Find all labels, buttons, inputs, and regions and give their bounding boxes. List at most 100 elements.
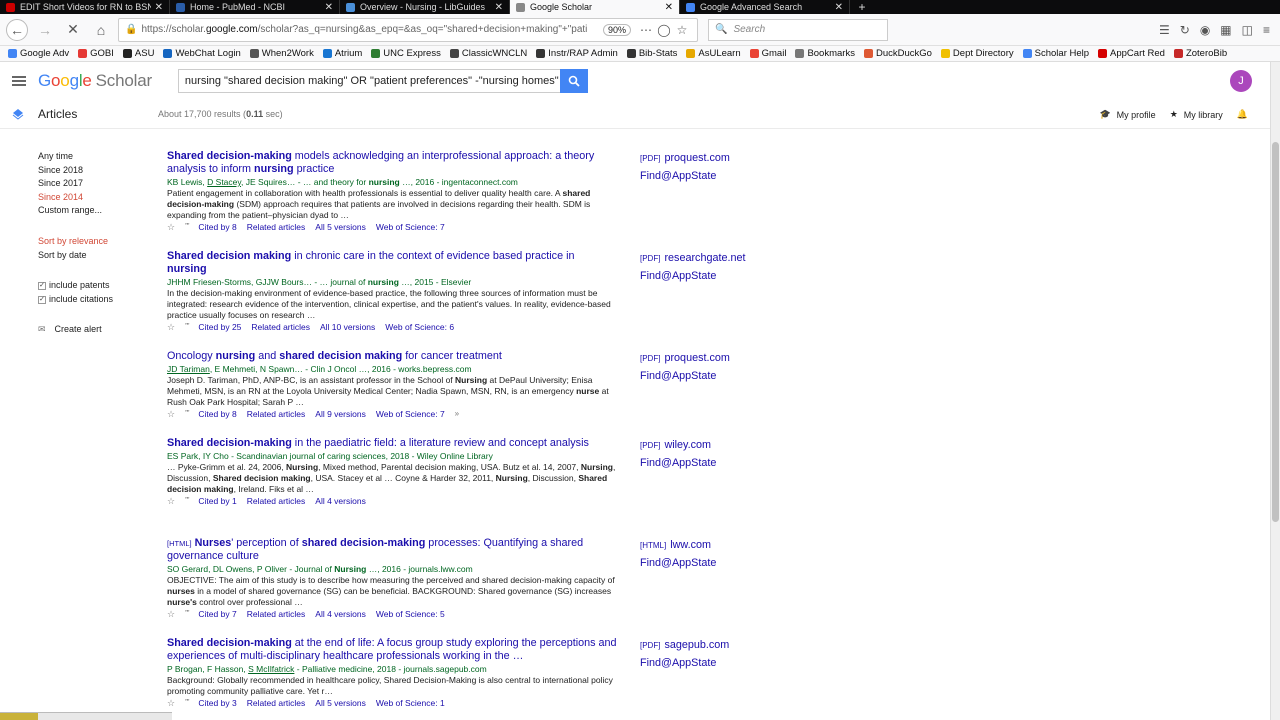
forward-button[interactable]: → <box>34 19 56 41</box>
filter-since-2017[interactable]: Since 2017 <box>38 177 148 191</box>
save-star-icon[interactable]: ☆ <box>167 408 175 420</box>
all-versions-link[interactable]: All 4 versions <box>315 608 366 620</box>
home-button[interactable]: ⌂ <box>90 19 112 41</box>
filter-since-2018[interactable]: Since 2018 <box>38 164 148 178</box>
cite-quote-icon[interactable]: ”” <box>185 697 189 709</box>
sidebar-icon[interactable]: ◫ <box>1242 23 1253 37</box>
web-of-science-link[interactable]: Web of Science: 7 <box>376 221 445 233</box>
find-at-appstate-link[interactable]: Find@AppState <box>640 268 745 285</box>
result-title-link[interactable]: Oncology nursing and shared decision mak… <box>167 350 617 363</box>
result-title-link[interactable]: Shared decision-making models acknowledg… <box>167 150 617 176</box>
all-versions-link[interactable]: All 5 versions <box>315 697 366 709</box>
tab-close-icon[interactable]: ✕ <box>495 2 503 13</box>
bookmark-item[interactable]: AppCart Red <box>1098 48 1165 59</box>
bookmark-item[interactable]: ZoteroBib <box>1173 48 1227 59</box>
find-at-appstate-link[interactable]: Find@AppState <box>640 455 716 472</box>
find-at-appstate-link[interactable]: Find@AppState <box>640 368 730 385</box>
bookmark-item[interactable]: AsULearn <box>686 48 741 59</box>
related-articles-link[interactable]: Related articles <box>247 221 306 233</box>
bookmark-item[interactable]: Instr/RAP Admin <box>536 48 618 59</box>
related-articles-link[interactable]: Related articles <box>247 608 306 620</box>
google-scholar-logo[interactable]: Google Scholar <box>38 71 152 91</box>
web-of-science-link[interactable]: Web of Science: 6 <box>385 321 454 333</box>
cite-quote-icon[interactable]: ”” <box>185 408 189 420</box>
bookmark-item[interactable]: Scholar Help <box>1022 48 1089 59</box>
related-articles-link[interactable]: Related articles <box>247 697 306 709</box>
browser-tab[interactable]: Google Advanced Search ✕ <box>680 0 850 14</box>
bookmark-item[interactable]: WebChat Login <box>163 48 241 59</box>
zotero-icon[interactable]: ◉ <box>1200 23 1210 37</box>
bookmark-item[interactable]: GOBI <box>78 48 114 59</box>
web-of-science-link[interactable]: Web of Science: 5 <box>376 608 445 620</box>
bookmark-item[interactable]: When2Work <box>249 48 314 59</box>
avatar[interactable]: J <box>1230 70 1252 92</box>
bookmark-item[interactable]: UNC Express <box>371 48 441 59</box>
save-star-icon[interactable]: ☆ <box>167 697 175 709</box>
save-star-icon[interactable]: ☆ <box>167 221 175 233</box>
tab-close-icon[interactable]: ✕ <box>665 2 673 13</box>
back-button[interactable]: ← <box>6 18 28 41</box>
fulltext-source-link[interactable]: [PDF] proquest.com <box>640 150 730 168</box>
browser-tab[interactable]: Home - PubMed - NCBI ✕ <box>170 0 340 14</box>
bookmark-item[interactable]: ClassicWNCLN <box>449 48 527 59</box>
bookmark-item[interactable]: Bookmarks <box>795 48 855 59</box>
more-actions-icon[interactable]: ⋯ <box>637 23 655 37</box>
cite-quote-icon[interactable]: ”” <box>185 221 189 233</box>
find-at-appstate-link[interactable]: Find@AppState <box>640 655 729 672</box>
stop-button[interactable]: ✕ <box>62 19 84 41</box>
result-title-link[interactable]: Shared decision-making in the paediatric… <box>167 437 617 450</box>
reader-icon[interactable]: ▦ <box>1220 23 1231 37</box>
related-articles-link[interactable]: Related articles <box>247 408 306 420</box>
web-of-science-link[interactable]: Web of Science: 7 <box>376 408 445 420</box>
cite-quote-icon[interactable]: ”” <box>185 321 189 333</box>
tab-close-icon[interactable]: ✕ <box>155 2 163 13</box>
find-at-appstate-link[interactable]: Find@AppState <box>640 168 730 185</box>
sort-by-date[interactable]: Sort by date <box>38 249 148 263</box>
fulltext-source-link[interactable]: [PDF] researchgate.net <box>640 250 745 268</box>
tab-close-icon[interactable]: ✕ <box>325 2 333 13</box>
bookmark-item[interactable]: Google Adv <box>8 48 69 59</box>
result-title-link[interactable]: [HTML] Nurses' perception of shared decis… <box>167 537 617 563</box>
page-scrollbar[interactable] <box>1270 62 1280 720</box>
filter-any-time[interactable]: Any time <box>38 150 148 164</box>
scrollbar-thumb[interactable] <box>1272 142 1279 522</box>
save-star-icon[interactable]: ☆ <box>167 495 175 507</box>
result-title-link[interactable]: Shared decision-making at the end of lif… <box>167 637 617 663</box>
tab-close-icon[interactable]: ✕ <box>835 2 843 13</box>
scholar-search-input[interactable]: nursing "shared decision making" OR "pat… <box>177 69 560 93</box>
cited-by-link[interactable]: Cited by 3 <box>198 697 236 709</box>
cite-quote-icon[interactable]: ”” <box>185 495 189 507</box>
browser-search-input[interactable]: 🔍 Search <box>708 18 888 41</box>
filter-since-2014[interactable]: Since 2014 <box>38 191 148 205</box>
browser-tab[interactable]: EDIT Short Videos for RN to BSN St... ✕ <box>0 0 170 14</box>
fulltext-source-link[interactable]: [PDF] proquest.com <box>640 350 730 368</box>
sort-by-relevance[interactable]: Sort by relevance <box>38 235 148 249</box>
cited-by-link[interactable]: Cited by 8 <box>198 221 236 233</box>
include-citations-checkbox[interactable]: ✓ include citations <box>38 293 148 307</box>
result-title-link[interactable]: Shared decision making in chronic care i… <box>167 250 617 276</box>
bookmark-item[interactable]: Atrium <box>322 48 362 59</box>
fulltext-source-link[interactable]: [HTML] lww.com <box>640 537 716 555</box>
bookmark-item[interactable]: DuckDuckGo <box>863 48 932 59</box>
more-actions-icon[interactable]: » <box>455 408 460 420</box>
zoom-level[interactable]: 90% <box>602 23 631 36</box>
bookmark-item[interactable]: ASU <box>122 48 154 59</box>
save-star-icon[interactable]: ☆ <box>167 608 175 620</box>
sync-icon[interactable]: ↻ <box>1180 23 1190 37</box>
related-articles-link[interactable]: Related articles <box>251 321 310 333</box>
all-versions-link[interactable]: All 10 versions <box>320 321 375 333</box>
filter-custom-range[interactable]: Custom range... <box>38 204 148 218</box>
bookmark-item[interactable]: Gmail <box>749 48 786 59</box>
pocket-icon[interactable]: ◯ <box>655 23 673 37</box>
hamburger-menu-icon[interactable] <box>12 76 26 86</box>
cited-by-link[interactable]: Cited by 8 <box>198 408 236 420</box>
cited-by-link[interactable]: Cited by 25 <box>198 321 241 333</box>
library-icon[interactable]: ☰ <box>1159 23 1170 37</box>
related-articles-link[interactable]: Related articles <box>247 495 306 507</box>
cited-by-link[interactable]: Cited by 7 <box>198 608 236 620</box>
fulltext-source-link[interactable]: [PDF] wiley.com <box>640 437 716 455</box>
new-tab-button[interactable]: + <box>850 0 874 14</box>
my-profile-link[interactable]: 🎓 My profile <box>1099 109 1155 120</box>
bookmark-item[interactable]: Dept Directory <box>940 48 1014 59</box>
my-library-link[interactable]: ★ My library <box>1170 109 1223 120</box>
